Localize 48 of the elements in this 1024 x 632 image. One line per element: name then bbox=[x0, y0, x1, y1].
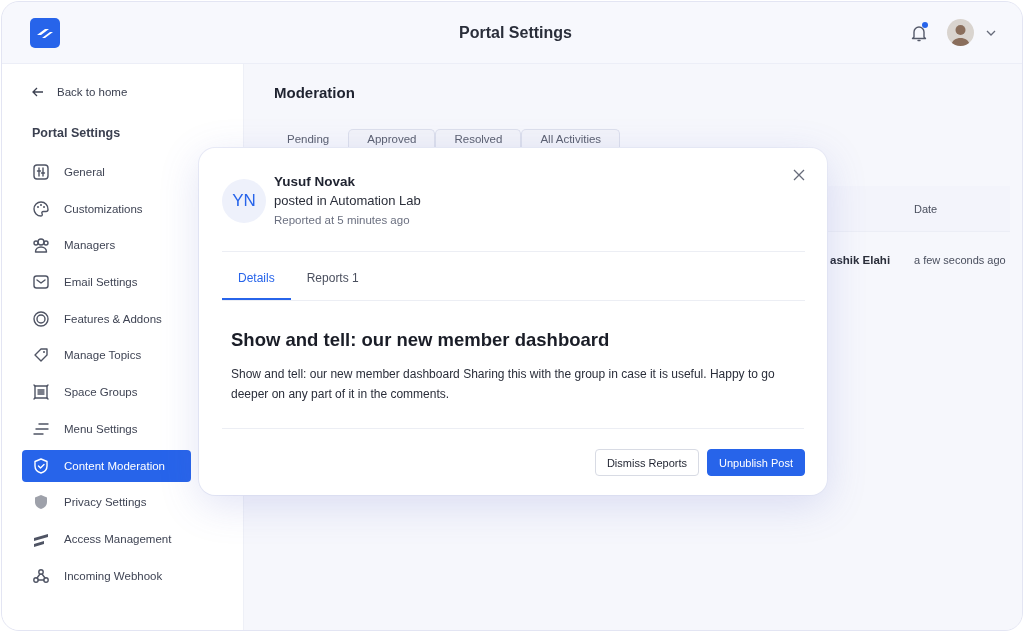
sidebar-item[interactable]: Customizations bbox=[22, 192, 191, 225]
unpublish-button[interactable]: Unpublish Post bbox=[707, 449, 805, 476]
grid-frame-icon bbox=[32, 383, 50, 402]
sidebar-item[interactable]: Access Management bbox=[22, 522, 191, 555]
section-title: Moderation bbox=[274, 84, 356, 102]
author-name: Yusuf Novak bbox=[274, 174, 357, 189]
avatar[interactable] bbox=[947, 19, 974, 46]
webhook-icon bbox=[32, 566, 50, 585]
tab[interactable]: Resolved bbox=[435, 129, 522, 149]
sidebar-item[interactable]: Content Moderation bbox=[22, 449, 191, 482]
section-heading: Portal Settings bbox=[32, 126, 122, 140]
envelope-icon bbox=[32, 273, 50, 292]
sidebar-item[interactable]: Menu Settings bbox=[22, 412, 191, 445]
avatar: YN bbox=[222, 179, 266, 223]
dismiss-button[interactable]: Dismiss Reports bbox=[594, 449, 699, 476]
sidebar-item[interactable]: Email Settings bbox=[22, 266, 191, 299]
sidebar-item[interactable]: Incoming Webhook bbox=[22, 559, 191, 592]
logo-icon[interactable] bbox=[30, 17, 60, 48]
tab[interactable]: Pending bbox=[268, 129, 349, 149]
page-title: Portal Settings bbox=[459, 23, 572, 42]
sidebar-item[interactable]: Privacy Settings bbox=[22, 486, 191, 519]
tab[interactable]: Approved bbox=[348, 129, 436, 149]
shield-icon bbox=[32, 493, 50, 512]
palette-icon bbox=[32, 199, 50, 218]
close-icon[interactable] bbox=[793, 169, 805, 181]
bell-icon[interactable] bbox=[911, 23, 927, 42]
badge-icon bbox=[32, 309, 50, 328]
back-link[interactable]: Back to home bbox=[22, 82, 243, 102]
column-header: Date bbox=[914, 202, 939, 215]
table-cell-text: ashik Elahi bbox=[830, 254, 892, 266]
users-icon bbox=[32, 236, 50, 255]
sidebar-item[interactable]: Managers bbox=[22, 229, 191, 262]
sidebar-item[interactable]: Manage Topics bbox=[22, 339, 191, 372]
post-body: Show and tell: our new member dashboard Sharing this with the group in case it is useful. Happy to go deeper on any part of it in the comments. bbox=[222, 364, 804, 429]
report-time: Reported at 5 minutes ago bbox=[274, 214, 411, 226]
post-title: Show and tell: our new member dashboard bbox=[231, 329, 611, 351]
chevron-down-icon bbox=[986, 29, 996, 36]
tab[interactable]: All Activities bbox=[521, 129, 621, 149]
table-cell-text: a few seconds ago bbox=[914, 254, 1007, 266]
arrow-left-icon bbox=[32, 87, 44, 97]
tab[interactable]: Reports 1 bbox=[290, 271, 375, 300]
tab[interactable]: Details bbox=[222, 271, 291, 300]
sidebar-item[interactable]: General bbox=[22, 156, 191, 188]
post-context: posted in Automation Lab bbox=[274, 193, 421, 208]
shield-check-icon bbox=[32, 456, 50, 475]
sliders-icon bbox=[32, 163, 50, 181]
sidebar-item[interactable]: Features & Addons bbox=[22, 302, 191, 335]
sidebar-item[interactable]: Space Groups bbox=[22, 376, 191, 409]
